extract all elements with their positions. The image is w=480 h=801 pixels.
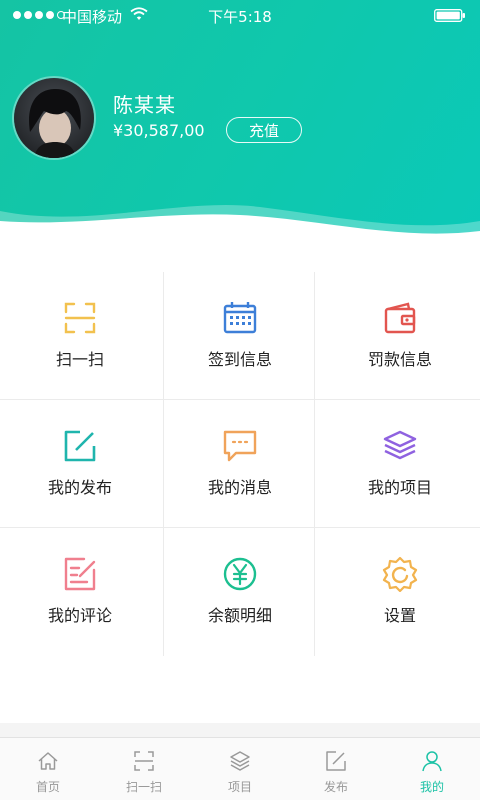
tab-scan[interactable]: 扫一扫 <box>96 738 192 801</box>
account-balance: ¥30,587,00 <box>113 121 205 140</box>
tab-projects[interactable]: 项目 <box>192 738 288 801</box>
message-icon <box>223 430 257 462</box>
menu-item-fines[interactable]: 罚款信息 <box>320 272 480 400</box>
calendar-icon <box>223 302 257 334</box>
wallet-icon <box>384 302 416 334</box>
user-icon <box>422 751 442 772</box>
menu-item-my-projects[interactable]: 我的项目 <box>320 400 480 528</box>
home-icon <box>38 752 58 770</box>
yuan-icon <box>223 557 257 591</box>
layers-icon <box>383 430 417 460</box>
user-name: 陈某某 <box>113 93 176 117</box>
menu-item-my-messages[interactable]: 我的消息 <box>160 400 320 528</box>
battery-icon <box>434 9 465 22</box>
avatar[interactable] <box>14 78 94 158</box>
tab-publish[interactable]: 发布 <box>288 738 384 801</box>
tab-home[interactable]: 首页 <box>0 738 96 801</box>
layers-icon <box>230 751 250 771</box>
profile-header: 中国移动 下午5:18 陈某某 ¥30,587,00 充值 <box>0 0 480 245</box>
menu-item-my-posts[interactable]: 我的发布 <box>0 400 160 528</box>
edit-icon <box>326 751 346 771</box>
scan-icon <box>134 751 154 771</box>
menu-item-scan[interactable]: 扫一扫 <box>0 272 160 400</box>
menu-item-settings[interactable]: 设置 <box>320 528 480 656</box>
scan-icon <box>64 302 96 334</box>
status-time: 下午5:18 <box>208 8 272 26</box>
edit-icon <box>64 430 96 462</box>
divider-band <box>0 723 480 737</box>
tab-mine[interactable]: 我的 <box>384 738 480 801</box>
gear-icon <box>382 556 418 592</box>
comment-edit-icon <box>64 557 96 591</box>
menu-item-balance-details[interactable]: 余额明细 <box>160 528 320 656</box>
menu-grid: 扫一扫 签到信息 罚款信息 我的发布 我的消息 我的项目 我的评论 余额明细 设… <box>0 272 480 656</box>
header-wave <box>0 205 480 245</box>
menu-item-checkin[interactable]: 签到信息 <box>160 272 320 400</box>
bottom-tab-bar: 首页 扫一扫 项目 发布 我的 <box>0 737 480 800</box>
status-bar: 中国移动 下午5:18 <box>0 0 480 30</box>
menu-item-my-comments[interactable]: 我的评论 <box>0 528 160 656</box>
recharge-button[interactable]: 充值 <box>226 117 302 143</box>
